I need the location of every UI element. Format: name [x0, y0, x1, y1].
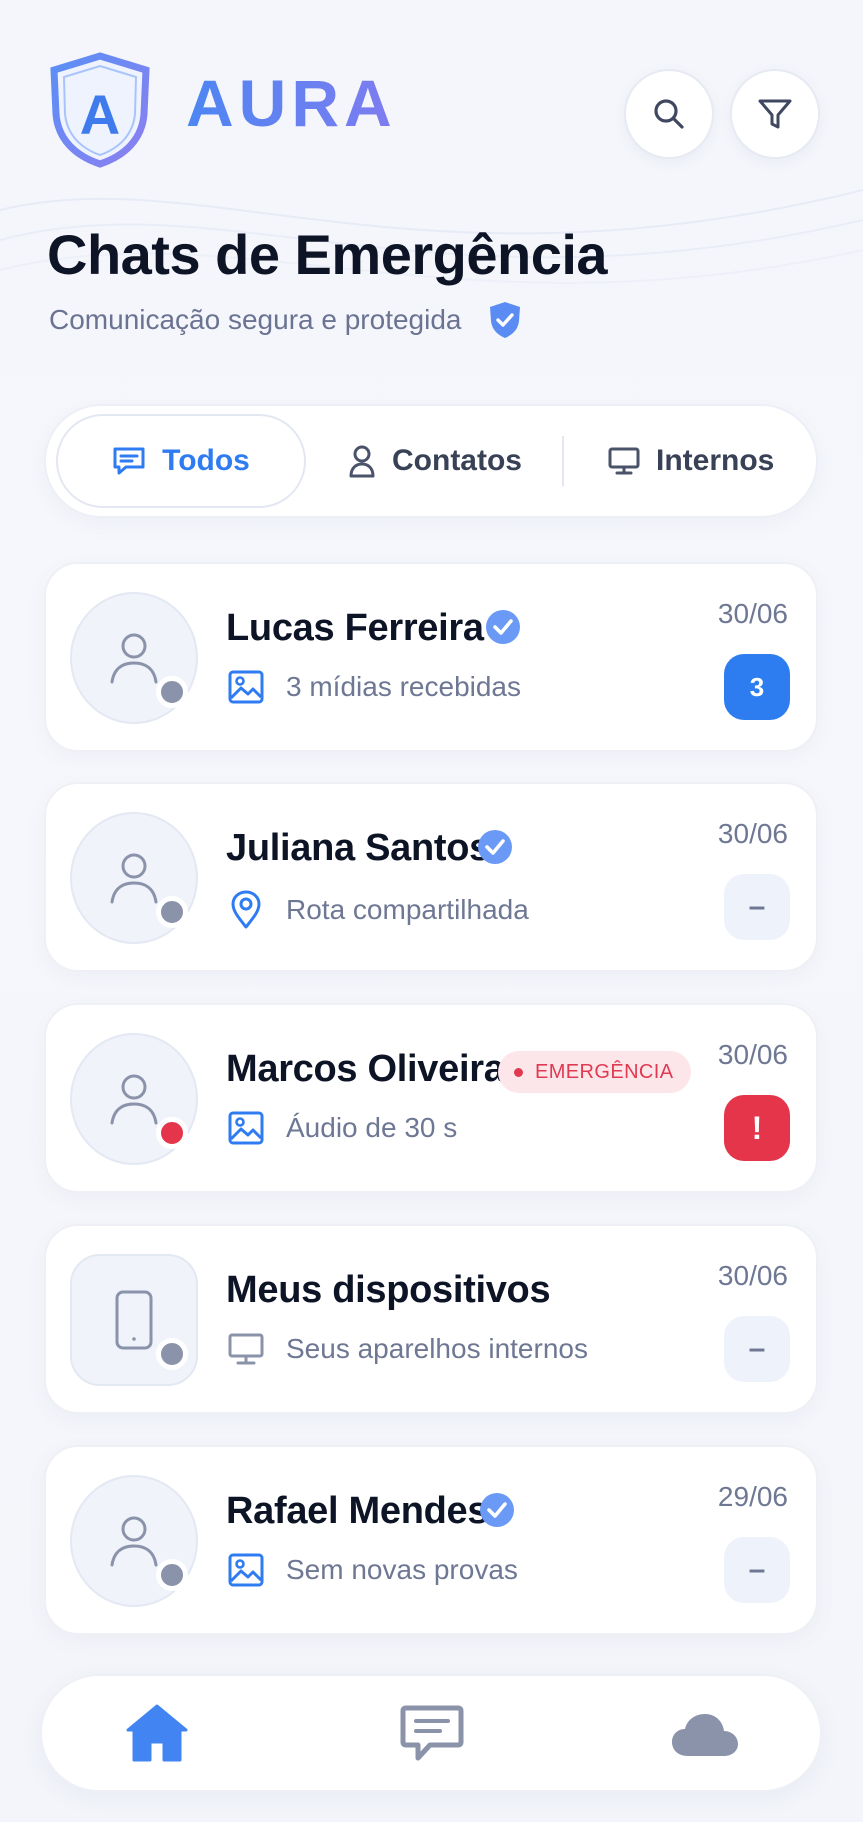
filter-icon [758, 99, 792, 129]
cloud-icon [672, 1714, 738, 1756]
verified-badge-icon [480, 1493, 514, 1527]
preview-text: 3 mídias recebidas [286, 671, 522, 702]
unread-empty-badge: – [724, 1537, 790, 1603]
filter-button[interactable] [730, 69, 820, 159]
chat-item-juliana-santos[interactable]: Juliana Santos Rota compartilhada 30/06 … [44, 782, 818, 972]
app-header: A AURA [0, 0, 863, 200]
unread-empty-badge: – [724, 874, 790, 940]
status-dot [156, 676, 188, 708]
bottom-navigation [40, 1674, 822, 1792]
home-icon [126, 1704, 188, 1762]
chat-item-rafael-mendes[interactable]: Rafael Mendes Sem novas provas 29/06 – [44, 1445, 818, 1635]
tab-divider [562, 436, 564, 486]
emergency-tag: EMERGÊNCIA [498, 1051, 692, 1093]
nav-cloud[interactable] [670, 1712, 740, 1763]
tab-label: Internos [656, 444, 775, 477]
status-dot [156, 1559, 188, 1591]
message-preview: Seus aparelhos internos [228, 1332, 588, 1366]
contact-name: Lucas Ferreira [226, 607, 484, 649]
tab-todos[interactable]: Todos [56, 414, 306, 508]
chat-date: 30/06 [717, 818, 788, 849]
chat-date: 30/06 [717, 598, 788, 629]
verified-badge-icon [486, 610, 520, 644]
chat-date: 29/06 [717, 1481, 788, 1512]
emergency-tag-label: EMERGÊNCIA [535, 1060, 674, 1083]
person-icon [110, 1074, 158, 1125]
person-icon [110, 853, 158, 904]
tab-contatos[interactable]: Contatos [348, 406, 522, 516]
message-preview: 3 mídias recebidas [228, 670, 521, 704]
tab-label: Todos [162, 444, 250, 477]
contact-name: Marcos Oliveira [226, 1048, 505, 1090]
person-icon [110, 633, 158, 684]
emergency-dot [514, 1067, 523, 1077]
chat-bubble-icon [400, 1705, 464, 1761]
chat-filter-tabs: Todos Contatos Internos [44, 404, 818, 518]
message-preview: Sem novas provas [228, 1553, 518, 1587]
nav-home[interactable] [124, 1702, 190, 1769]
tab-internos[interactable]: Internos [608, 406, 774, 516]
status-dot [156, 1338, 188, 1370]
emergency-status-dot [156, 1117, 188, 1149]
search-icon [654, 99, 684, 129]
aura-shield-logo-icon: A [50, 52, 150, 168]
unread-count-badge: 3 [724, 654, 790, 720]
contact-name: Rafael Mendes [226, 1490, 489, 1532]
shield-check-icon [490, 302, 521, 338]
preview-text: Seus aparelhos internos [286, 1333, 588, 1364]
tab-label: Contatos [392, 444, 522, 477]
contact-name: Meus dispositivos [226, 1269, 551, 1311]
location-pin-icon [231, 890, 261, 929]
image-icon [228, 1553, 264, 1587]
preview-text: Rota compartilhada [286, 894, 529, 925]
preview-text: Áudio de 30 s [286, 1112, 458, 1143]
svg-text:A: A [80, 83, 120, 146]
chat-item-lucas-ferreira[interactable]: Lucas Ferreira 3 mídias recebidas 30/06 … [44, 562, 818, 752]
nav-chats[interactable] [400, 1704, 464, 1767]
message-preview: Áudio de 30 s [228, 1111, 457, 1145]
brand-name: AURA [186, 66, 397, 140]
image-icon [228, 1111, 264, 1145]
alert-badge: ! [724, 1095, 790, 1161]
monitor-icon [228, 1333, 264, 1365]
chat-date: 30/06 [717, 1260, 788, 1291]
chat-item-meus-dispositivos[interactable]: Meus dispositivos Seus aparelhos interno… [44, 1224, 818, 1414]
contact-name: Juliana Santos [226, 827, 490, 869]
subtitle-row: Comunicação segura e protegida [49, 300, 523, 340]
monitor-icon [608, 447, 640, 475]
chat-item-marcos-oliveira[interactable]: Marcos Oliveira EMERGÊNCIA Áudio de 30 s… [44, 1003, 818, 1193]
smartphone-icon [115, 1290, 153, 1350]
person-icon [110, 1516, 158, 1567]
preview-text: Sem novas provas [286, 1554, 518, 1585]
page-subtitle: Comunicação segura e protegida [49, 304, 462, 335]
chat-icon [113, 447, 145, 475]
page-title: Chats de Emergência [47, 223, 608, 286]
search-button[interactable] [624, 69, 714, 159]
person-icon [349, 445, 375, 478]
chat-date: 30/06 [717, 1039, 788, 1070]
unread-empty-badge: – [724, 1316, 790, 1382]
status-dot [156, 896, 188, 928]
verified-badge-icon [478, 830, 512, 864]
message-preview: Rota compartilhada [228, 890, 529, 930]
image-icon [228, 670, 264, 704]
